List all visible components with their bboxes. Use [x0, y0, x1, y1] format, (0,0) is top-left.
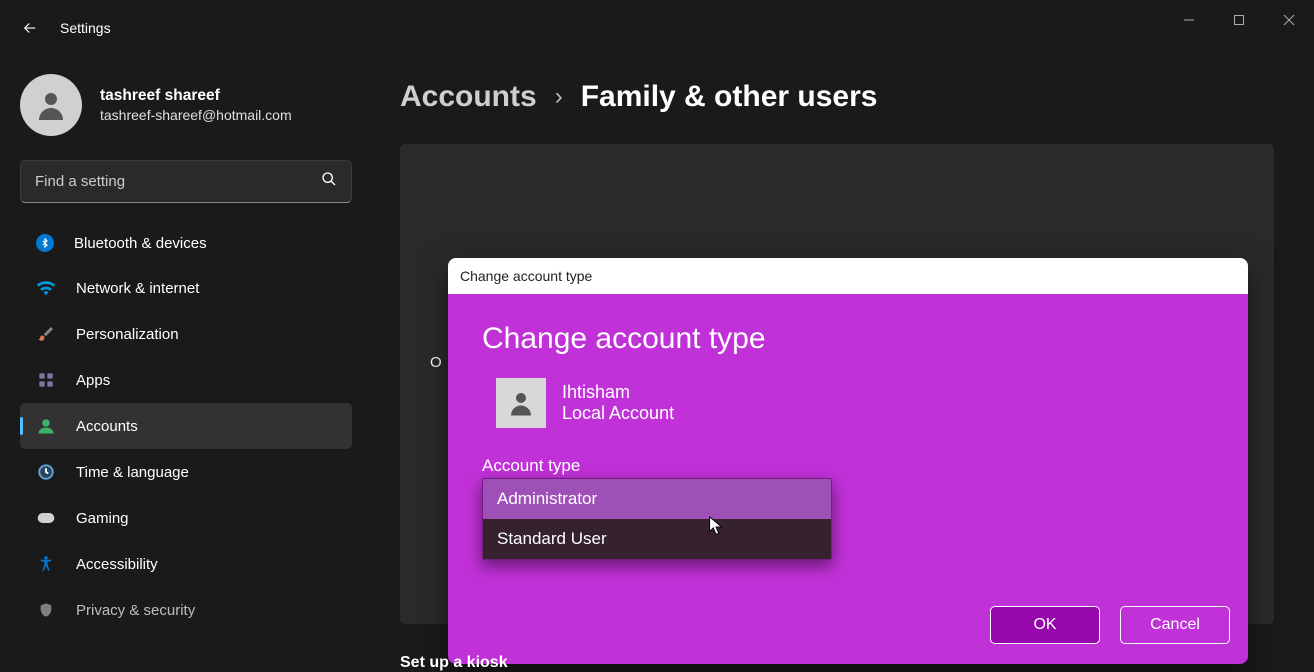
- back-button[interactable]: [20, 18, 40, 38]
- close-button[interactable]: [1264, 0, 1314, 40]
- gamepad-icon: [36, 508, 56, 528]
- sidebar-item-accounts[interactable]: Accounts: [20, 403, 352, 449]
- maximize-button[interactable]: [1214, 0, 1264, 40]
- sidebar-item-label: Bluetooth & devices: [74, 235, 207, 252]
- search-icon: [321, 171, 337, 192]
- dialog-titlebar: Change account type: [448, 258, 1248, 294]
- window-controls: [1164, 0, 1314, 40]
- person-icon: [36, 416, 56, 436]
- apps-icon: [36, 370, 56, 390]
- profile-name: tashreef shareef: [100, 87, 292, 105]
- sidebar-item-privacy[interactable]: Privacy & security: [20, 587, 352, 633]
- breadcrumb: Accounts › Family & other users: [400, 80, 1274, 114]
- titlebar: Settings: [0, 0, 1314, 56]
- dialog-heading: Change account type: [482, 322, 1216, 356]
- avatar: [20, 74, 82, 136]
- minimize-button[interactable]: [1164, 0, 1214, 40]
- dialog-account-type: Local Account: [562, 403, 674, 424]
- content-area: Accounts › Family & other users O Change…: [360, 56, 1314, 670]
- brush-icon: [36, 324, 56, 344]
- ok-button[interactable]: OK: [990, 606, 1100, 644]
- sidebar-item-accessibility[interactable]: Accessibility: [20, 541, 352, 587]
- profile-block[interactable]: tashreef shareef tashreef-shareef@hotmai…: [20, 66, 352, 160]
- sidebar-item-label: Gaming: [76, 510, 129, 527]
- sidebar-item-network[interactable]: Network & internet: [20, 265, 352, 311]
- account-type-label: Account type: [482, 456, 1216, 476]
- clock-icon: [36, 462, 56, 482]
- shield-icon: [36, 600, 56, 620]
- breadcrumb-parent[interactable]: Accounts: [400, 80, 537, 114]
- sidebar-item-label: Time & language: [76, 464, 189, 481]
- option-standard-user[interactable]: Standard User: [483, 519, 831, 559]
- sidebar-item-personalization[interactable]: Personalization: [20, 311, 352, 357]
- dialog-avatar: [496, 378, 546, 428]
- sidebar-item-bluetooth[interactable]: Bluetooth & devices: [20, 221, 352, 265]
- change-account-type-dialog: Change account type Change account type …: [448, 258, 1248, 664]
- search-input[interactable]: [35, 173, 321, 190]
- sidebar-item-label: Personalization: [76, 326, 179, 343]
- sidebar-item-label: Accessibility: [76, 556, 158, 573]
- sidebar-item-label: Apps: [76, 372, 110, 389]
- breadcrumb-current: Family & other users: [581, 80, 878, 114]
- sidebar-item-label: Privacy & security: [76, 602, 195, 619]
- sidebar-item-apps[interactable]: Apps: [20, 357, 352, 403]
- accessibility-icon: [36, 554, 56, 574]
- chevron-right-icon: ›: [555, 83, 563, 111]
- partial-label: O: [430, 354, 442, 371]
- option-administrator[interactable]: Administrator: [483, 479, 831, 519]
- dialog-username: Ihtisham: [562, 382, 674, 403]
- app-title: Settings: [60, 20, 111, 36]
- search-box[interactable]: [20, 160, 352, 203]
- account-type-dropdown[interactable]: Administrator Standard User: [482, 478, 832, 560]
- sidebar-item-label: Network & internet: [76, 280, 199, 297]
- sidebar-item-time[interactable]: Time & language: [20, 449, 352, 495]
- dialog-user-block: Ihtisham Local Account: [496, 378, 1216, 428]
- kiosk-section-label: Set up a kiosk: [400, 654, 508, 672]
- nav-list: Bluetooth & devices Network & internet P…: [20, 221, 352, 633]
- profile-email: tashreef-shareef@hotmail.com: [100, 107, 292, 123]
- sidebar-item-label: Accounts: [76, 418, 138, 435]
- cancel-button[interactable]: Cancel: [1120, 606, 1230, 644]
- bluetooth-icon: [36, 234, 54, 252]
- sidebar-item-gaming[interactable]: Gaming: [20, 495, 352, 541]
- sidebar: tashreef shareef tashreef-shareef@hotmai…: [0, 56, 360, 670]
- wifi-icon: [36, 278, 56, 298]
